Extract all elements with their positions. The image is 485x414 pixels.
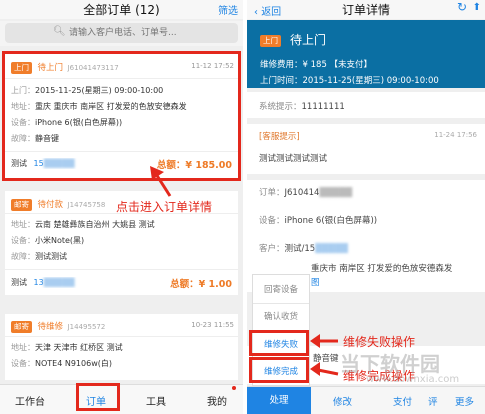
page-title: 全部订单 (12) (83, 3, 160, 17)
menu-item-confirm-receipt[interactable]: 确认收货 (253, 310, 309, 322)
address-value: 重庆市 南岸区 打发爱的色放安德森发 (311, 264, 453, 274)
order-total: 总额：¥ 185.00 (156, 160, 232, 171)
order-list-screen: 全部订单 (12) 筛选 🔍︎ 上门 待上门 J61041473117 11-1… (0, 0, 243, 414)
page-title: 订单详情 (341, 3, 390, 17)
field-label: 地址： (11, 343, 35, 352)
fee-value: ¥ 185 【未支付】 (302, 60, 373, 70)
field-label: 系统提示： (259, 102, 302, 112)
fee-label: 维修费用： (260, 60, 303, 70)
order-status: 待上门 (290, 33, 327, 47)
order-id: J14745758 (67, 201, 106, 209)
device-value: NOTE4 N9106w(白) (35, 359, 112, 368)
device-value: iPhone 6(银(白色屏幕)) (35, 118, 123, 127)
highlight-box (249, 330, 309, 356)
visit-time: 2015-11-25(星期三) 09:00-10:00 (35, 86, 164, 95)
service-notice-title: [客服提示] (259, 132, 300, 142)
bottom-tab-bar: 工作台 订单 工具 我的 (0, 384, 243, 414)
search-box[interactable]: 🔍︎ (5, 23, 238, 43)
order-card[interactable]: 上门 待上门 J61041473117 11-12 17:52 上门：2015-… (2, 51, 241, 181)
annotation-open-detail: 点击进入订单详情 (116, 200, 213, 214)
field-label: 设备： (11, 236, 35, 245)
order-status: 待付款 (37, 200, 64, 210)
customer-name: 测试 (11, 278, 27, 287)
watermark: 当下软件园 www.downxia.com (320, 340, 480, 410)
order-status: 待上门 (37, 63, 64, 73)
tab-tools[interactable]: 工具 (146, 393, 166, 408)
service-notice-content: 测试测试测试测试 (259, 154, 328, 164)
order-status-banner: 上门 待上门 维修费用：¥ 185 【未支付】 上门时间：2015-11-25(… (247, 20, 485, 88)
visit-time-value: 2015-11-25(星期三) 09:00-10:00 (302, 76, 439, 86)
list-header: 全部订单 (12) 筛选 (0, 0, 243, 19)
field-label: 上门： (11, 86, 35, 95)
visit-time-label: 上门时间： (260, 76, 303, 86)
watermark-url: www.downxia.com (366, 374, 460, 385)
refresh-icon[interactable]: ↻ (457, 0, 467, 14)
highlight-box (249, 357, 309, 383)
field-label: 故障： (11, 134, 35, 143)
customer-phone[interactable]: 15 (34, 159, 44, 168)
order-card[interactable]: 邮寄 待维修 J14495572 10-23 11:55 地址：天津 天津市 红… (5, 314, 238, 380)
search-input[interactable] (69, 26, 229, 40)
order-id: J14495572 (67, 323, 106, 331)
customer-phone[interactable]: 13 (34, 278, 44, 287)
menu-item-return-device[interactable]: 回寄设备 (253, 283, 309, 295)
process-button[interactable]: 处理 (247, 387, 311, 414)
customer-value: 测试/15 (284, 244, 316, 254)
order-time: 11-12 17:52 (191, 62, 234, 70)
order-status: 待维修 (37, 322, 64, 332)
field-label: 地址： (11, 102, 35, 111)
address-value: 云南 楚雄彝族自治州 大姚县 测试 (35, 220, 155, 229)
order-total: 总额：¥ 1.00 (170, 279, 232, 290)
filter-button[interactable]: 筛选 (218, 2, 238, 17)
field-label: 故障： (11, 252, 35, 261)
notification-dot (232, 386, 236, 390)
service-notice-time: 11-24 17:56 (434, 131, 477, 139)
field-label: 客户： (259, 244, 285, 254)
field-label: 订单： (259, 188, 285, 198)
order-type-badge: 上门 (260, 35, 281, 47)
map-link[interactable]: 图 (311, 278, 320, 288)
detail-header: ‹ 返回 订单详情 ↻ ⬆︎ (247, 0, 485, 19)
order-type-badge: 邮寄 (11, 321, 32, 333)
system-notice-value: 11111111 (301, 102, 345, 112)
highlight-box (76, 383, 120, 411)
field-label: 地址： (11, 220, 35, 229)
watermark-text: 当下软件园 (340, 352, 440, 376)
share-icon[interactable]: ⬆︎ (473, 2, 481, 13)
fault-value: 测试测试 (35, 252, 67, 261)
order-id: J610414 (284, 188, 320, 198)
system-notice: 系统提示：11111111 (247, 92, 485, 118)
search-bar: 🔍︎ (0, 21, 243, 46)
search-icon: 🔍︎ (53, 26, 66, 37)
address-value: 天津 天津市 红桥区 测试 (35, 343, 123, 352)
field-label: 设备： (259, 216, 285, 226)
order-time: 10-23 11:55 (191, 321, 234, 329)
order-type-badge: 上门 (11, 62, 32, 74)
order-type-badge: 邮寄 (11, 199, 32, 211)
tab-workbench[interactable]: 工作台 (15, 393, 45, 408)
device-value: 小米Note(黑) (35, 236, 85, 245)
tab-mine[interactable]: 我的 (207, 393, 227, 408)
field-label: 设备： (11, 118, 35, 127)
service-notice: [客服提示] 11-24 17:56 测试测试测试测试 (247, 124, 485, 174)
address-value: 重庆 重庆市 南岸区 打发爱的色放安德森发 (35, 102, 187, 111)
order-id: J61041473117 (67, 64, 119, 72)
field-label: 设备： (11, 359, 35, 368)
fault-value: 静音键 (35, 134, 59, 143)
device-value: iPhone 6(银(白色屏幕)) (284, 216, 378, 226)
customer-name: 测试 (11, 159, 27, 168)
